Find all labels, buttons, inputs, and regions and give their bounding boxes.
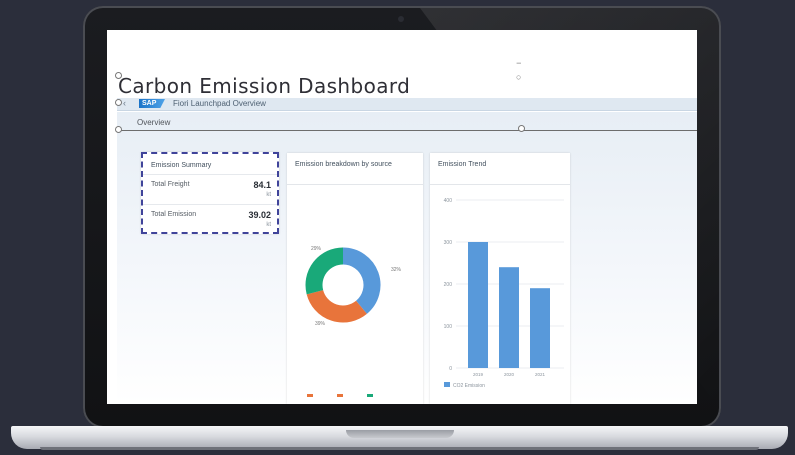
kpi-value: 39.02 — [248, 210, 271, 220]
y-tick-label: 0 — [449, 366, 452, 372]
page-header — [117, 116, 697, 131]
donut-data-label: 32% — [391, 267, 402, 273]
legend-marker — [337, 394, 343, 397]
selection-handle[interactable] — [115, 126, 122, 133]
x-tick-label: 2019 — [473, 372, 484, 377]
kpi-row[interactable]: Total Emission 39.02 kt — [143, 204, 277, 233]
legend-marker — [307, 394, 313, 397]
card-title: Emission Trend — [438, 161, 487, 168]
donut-data-label: 29% — [311, 246, 322, 252]
y-tick-label: 100 — [444, 324, 453, 330]
laptop-notch — [346, 430, 454, 438]
kpi-unit: kt — [266, 192, 271, 198]
bar — [499, 267, 519, 368]
x-tick-label: 2021 — [535, 372, 546, 377]
emission-breakdown-card[interactable]: Emission breakdown by source 32% 39% 29% — [287, 153, 423, 404]
emission-trend-card[interactable]: Emission Trend 400 300 200 100 0 2019 2020 2021… — [430, 153, 570, 404]
bar — [530, 288, 550, 368]
card-title: Emission Summary — [151, 162, 212, 169]
x-tick-label: 2020 — [504, 372, 515, 377]
y-tick-label: 400 — [444, 198, 453, 204]
selection-handle[interactable] — [518, 125, 525, 132]
bar — [468, 242, 488, 368]
settings-circle-icon[interactable]: ○ — [516, 70, 521, 84]
y-tick-label: 300 — [444, 240, 453, 246]
legend-label: CO2 Emission — [453, 383, 485, 389]
selection-handle[interactable] — [115, 72, 122, 79]
legend-marker — [367, 394, 373, 397]
donut-data-label: 39% — [315, 321, 326, 327]
donut-slice — [342, 247, 381, 314]
page-header-label[interactable]: Overview — [137, 118, 170, 127]
donut-slice — [305, 247, 344, 295]
window-controls[interactable]: − ○ — [516, 56, 521, 84]
selection-handle[interactable] — [115, 99, 122, 106]
page-title: Carbon Emission Dashboard — [118, 74, 411, 98]
emission-summary-card[interactable]: Emission Summary Total Freight 84.1 kt T… — [141, 152, 279, 234]
kpi-value: 84.1 — [253, 180, 271, 190]
laptop-screen: Carbon Emission Dashboard − ○ ‹ SAP Fior… — [107, 30, 697, 404]
camera-icon — [398, 16, 404, 22]
kpi-label: Total Freight — [151, 181, 190, 188]
app-title: Fiori Launchpad Overview — [173, 99, 266, 108]
laptop-base-edge — [40, 447, 759, 450]
donut-slice — [306, 289, 367, 323]
kpi-unit: kt — [266, 222, 271, 228]
back-chevron-icon[interactable]: ‹ — [123, 98, 126, 108]
donut-chart: 32% 39% 29% — [305, 246, 402, 327]
legend-marker — [444, 382, 450, 387]
y-tick-label: 200 — [444, 282, 453, 288]
bar-chart: 400 300 200 100 0 2019 2020 2021 CO2 Emission — [444, 198, 564, 389]
kpi-row[interactable]: Total Freight 84.1 kt — [143, 174, 277, 203]
kpi-label: Total Emission — [151, 211, 197, 218]
minimize-icon[interactable]: − — [516, 56, 521, 70]
